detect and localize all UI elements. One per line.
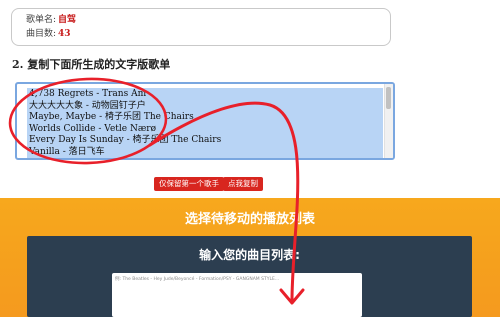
- song-line: Every Day Is Sunday - 椅子乐团 The Chairs: [29, 135, 222, 146]
- textarea-scrollbar[interactable]: [384, 84, 393, 158]
- song-line: Brown's Sunset - City Girl: [29, 159, 221, 160]
- song-line: Vanilla - 落日飞车: [29, 146, 105, 157]
- track-count-row: 曲目数: 43: [26, 27, 390, 41]
- song-line: 4,738 Regrets - Trans Am: [29, 89, 147, 99]
- playlist-name-value: 自驾: [58, 15, 77, 25]
- playlist-info-box: 歌单名: 自驾 曲目数: 43: [11, 8, 391, 46]
- song-line: Maybe, Maybe - 椅子乐团 The Chairs: [29, 112, 194, 123]
- copy-button[interactable]: 点我复制: [223, 177, 263, 191]
- track-count-label: 曲目数:: [26, 29, 57, 39]
- track-list-input[interactable]: 例: The Beatles - Hey Jude/Beyoncé - Form…: [112, 273, 362, 317]
- keep-first-artist-button[interactable]: 仅保留第一个歌手: [154, 177, 224, 191]
- track-input-panel: 输入您的曲目列表: 例: The Beatles - Hey Jude/Beyo…: [27, 236, 472, 317]
- playlist-name-label: 歌单名:: [26, 15, 57, 25]
- step-2-heading: 2. 复制下面所生成的文字版歌单: [12, 58, 171, 71]
- target-playlist-section: 选择待移动的播放列表 输入您的曲目列表: 例: The Beatles - He…: [0, 198, 500, 317]
- page: 歌单名: 自驾 曲目数: 43 2. 复制下面所生成的文字版歌单 4,738 Reg…: [0, 0, 500, 317]
- song-line: 大大大大大象 - 动物园钉子户: [29, 100, 146, 111]
- track-count-value: 43: [58, 29, 71, 39]
- song-list-lines: 4,738 Regrets - Trans Am 大大大大大象 - 动物园钉子户 M…: [29, 89, 222, 160]
- song-line: Worlds Collide - Vetle Nærø: [29, 123, 157, 134]
- scrollbar-thumb[interactable]: [386, 87, 391, 109]
- track-list-placeholder: 例: The Beatles - Hey Jude/Beyoncé - Form…: [115, 277, 280, 282]
- section-title: 选择待移动的播放列表: [184, 212, 315, 227]
- panel-title: 输入您的曲目列表:: [199, 248, 300, 262]
- playlist-name-row: 歌单名: 自驾: [26, 13, 390, 27]
- song-list-textarea[interactable]: 4,738 Regrets - Trans Am 大大大大大象 - 动物园钉子户 M…: [15, 82, 395, 160]
